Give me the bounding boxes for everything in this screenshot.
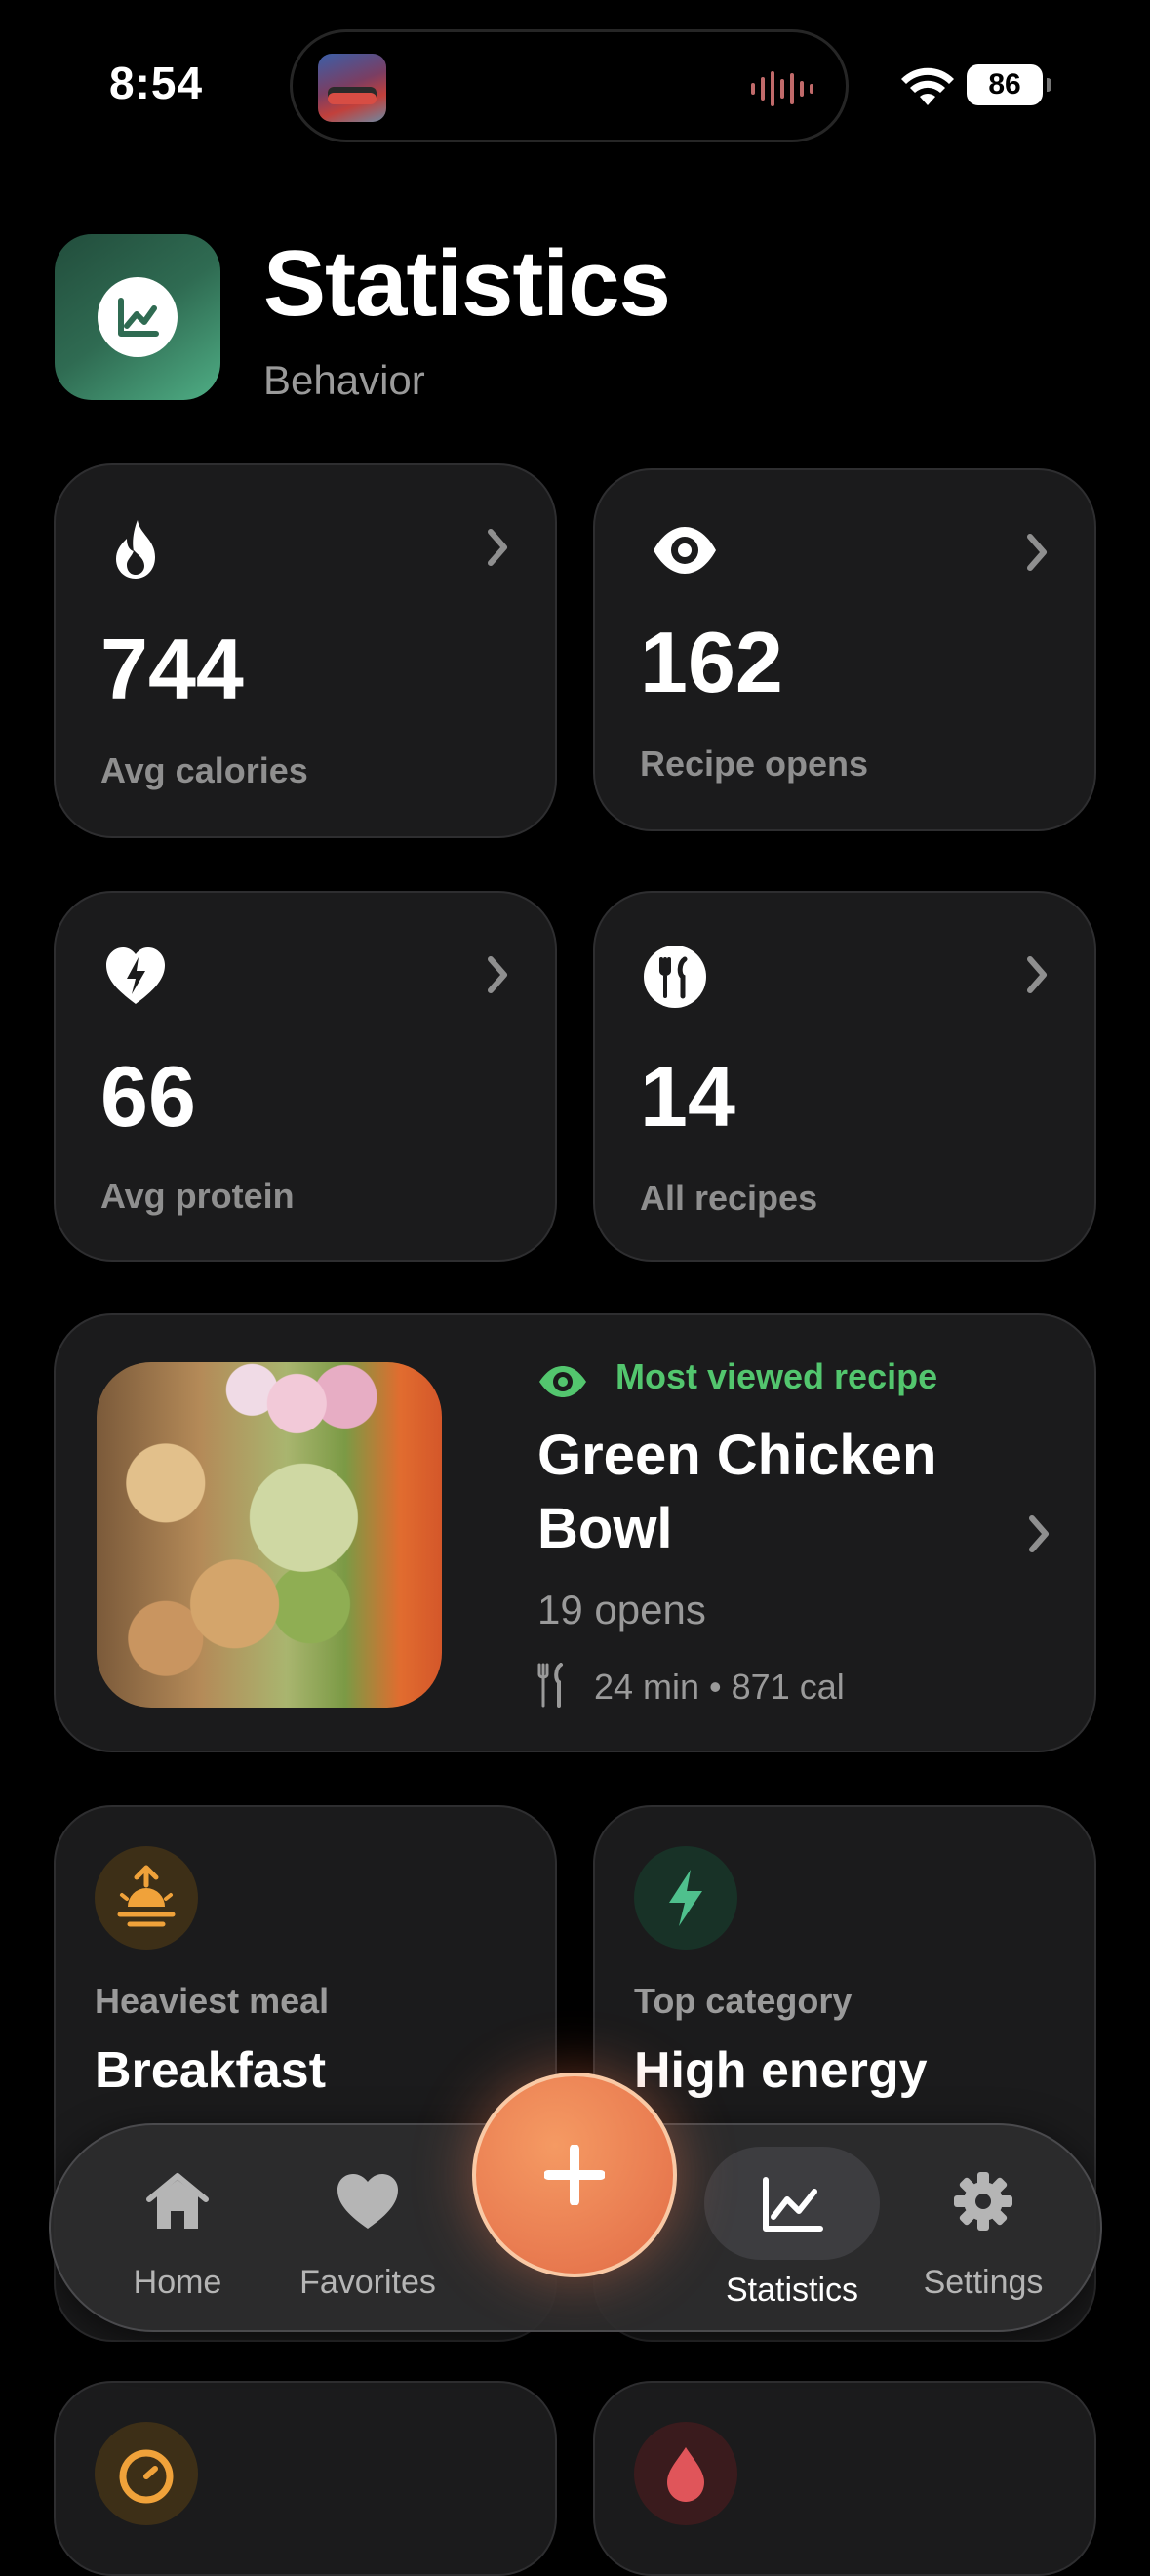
insight-card-partial-left[interactable]: [54, 2381, 557, 2576]
plus-icon: [544, 2145, 605, 2205]
recipe-title: Green Chicken Bowl: [537, 1424, 937, 1560]
chevron-right-icon: [1029, 1515, 1049, 1552]
tab-label: Home: [133, 2264, 222, 2301]
most-viewed-badge: Most viewed recipe: [615, 1356, 938, 1396]
chart-icon: [763, 2177, 823, 2232]
home-icon: [146, 2173, 209, 2229]
battery-indicator: 86: [967, 64, 1051, 105]
page-title: Statistics: [263, 231, 671, 336]
chevron-right-icon: [1027, 534, 1047, 571]
fork-knife-icon: [537, 1663, 563, 1708]
stat-value: 66: [100, 1048, 196, 1145]
utensils-icon: [644, 946, 706, 1008]
stat-card-all-recipes[interactable]: 14 All recipes: [593, 891, 1096, 1262]
dynamic-island[interactable]: [290, 29, 849, 142]
insight-value: Breakfast: [95, 2042, 327, 2099]
recipe-photo: [97, 1362, 442, 1708]
stat-value: 14: [640, 1048, 735, 1145]
chevron-right-icon: [488, 956, 507, 993]
stat-value: 744: [100, 621, 244, 717]
eye-icon: [539, 1366, 586, 1397]
tab-label: Settings: [923, 2264, 1044, 2301]
stat-card-avg-calories[interactable]: 744 Avg calories: [54, 463, 557, 838]
timer-icon: [119, 2449, 174, 2504]
heart-bolt-icon: [106, 947, 165, 1004]
page-subtitle: Behavior: [263, 357, 425, 403]
stat-card-avg-protein[interactable]: 66 Avg protein: [54, 891, 557, 1262]
insight-icon-bg: [95, 1846, 198, 1950]
status-time: 8:54: [109, 58, 204, 108]
stat-card-recipe-opens[interactable]: 162 Recipe opens: [593, 468, 1096, 831]
audio-waveform-icon: [751, 71, 813, 106]
now-playing-artwork: [318, 54, 386, 122]
insight-card-partial-right[interactable]: [593, 2381, 1096, 2576]
statistics-app-icon: [55, 234, 220, 400]
tab-settings[interactable]: Settings: [895, 2125, 1071, 2334]
tab-statistics[interactable]: Statistics: [694, 2125, 890, 2334]
stat-label: All recipes: [640, 1178, 818, 1218]
stat-label: Avg protein: [100, 1176, 295, 1216]
chevron-right-icon: [1027, 956, 1047, 993]
insight-value: High energy: [634, 2042, 928, 2099]
recipe-meta: 24 min • 871 cal: [594, 1667, 845, 1707]
most-viewed-recipe-card[interactable]: Most viewed recipe Green Chicken Bowl 19…: [54, 1313, 1096, 1752]
insight-label: Heaviest meal: [95, 1981, 330, 2021]
eye-icon: [654, 527, 716, 574]
tab-label: Statistics: [725, 2272, 859, 2309]
stat-label: Recipe opens: [640, 744, 869, 784]
tab-home[interactable]: Home: [90, 2125, 265, 2334]
drop-icon: [667, 2447, 704, 2502]
recipe-opens: 19 opens: [537, 1587, 706, 1632]
flame-icon: [116, 520, 155, 579]
chevron-right-icon: [488, 529, 507, 566]
stat-label: Avg calories: [100, 750, 308, 790]
tab-favorites[interactable]: Favorites: [280, 2125, 456, 2334]
insight-icon-bg: [634, 1846, 737, 1950]
wifi-icon: [901, 67, 954, 105]
add-recipe-button[interactable]: [472, 2073, 677, 2277]
sunrise-icon: [117, 1865, 176, 1927]
heart-icon: [337, 2174, 398, 2229]
chart-icon: [118, 298, 159, 337]
tab-label: Favorites: [299, 2264, 436, 2301]
bolt-icon: [669, 1870, 702, 1926]
insight-icon-bg: [95, 2422, 198, 2525]
stat-value: 162: [640, 614, 783, 710]
gear-icon: [954, 2172, 1012, 2231]
insight-icon-bg: [634, 2422, 737, 2525]
insight-label: Top category: [634, 1981, 853, 2021]
